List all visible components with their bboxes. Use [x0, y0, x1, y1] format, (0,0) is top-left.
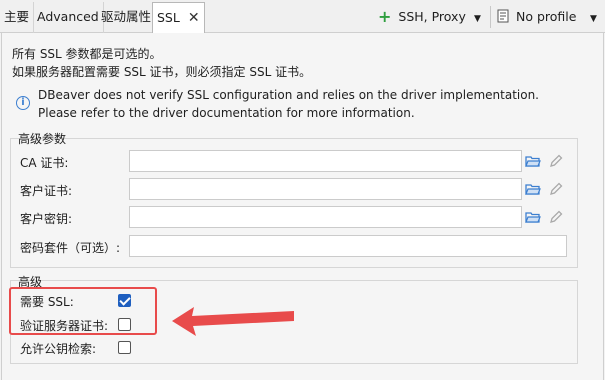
profile-button[interactable]: No profile	[496, 6, 576, 28]
ssh-dropdown-button[interactable]: ▼	[474, 6, 481, 28]
ca-cert-field[interactable]	[129, 150, 522, 172]
editor-tab-bar: 主要 Advanced 驱动属性 SSL ✕ + SSH, Proxy ▼ No …	[0, 0, 605, 34]
chevron-down-icon: ▼	[474, 14, 481, 24]
ca-cert-label: CA 证书:	[20, 156, 69, 170]
client-key-label: 客户密钥:	[20, 212, 73, 226]
tab-advanced[interactable]: Advanced	[33, 2, 104, 33]
ssh-proxy-button[interactable]: + SSH, Proxy	[378, 6, 466, 28]
cipher-suites-label: 密码套件（可选）:	[20, 241, 121, 255]
profile-icon	[497, 9, 509, 23]
client-cert-label: 客户证书:	[20, 184, 73, 198]
close-icon[interactable]: ✕	[188, 4, 200, 33]
tab-ssl[interactable]: SSL ✕	[152, 2, 205, 34]
edit-icon[interactable]	[548, 181, 564, 197]
info-icon: i	[16, 96, 30, 110]
notice-line-2: Please refer to the driver documentation…	[38, 106, 415, 120]
client-key-field[interactable]	[129, 206, 522, 228]
profile-dropdown-button[interactable]: ▼	[590, 6, 597, 28]
highlight-box	[9, 287, 157, 335]
allow-pubkey-retrieval-label: 允许公钥检索:	[20, 342, 97, 356]
add-icon: +	[378, 7, 392, 26]
advanced-params-title: 高级参数	[18, 132, 67, 146]
allow-pubkey-retrieval-checkbox[interactable]	[118, 341, 131, 354]
edit-icon[interactable]	[548, 209, 564, 225]
folder-icon[interactable]	[525, 153, 541, 169]
tab-main[interactable]: 主要	[0, 2, 35, 33]
edit-icon[interactable]	[548, 153, 564, 169]
tab-driver-properties-label: 驱动属性	[101, 9, 152, 24]
toolbar-separator	[490, 6, 491, 28]
ssh-proxy-label: SSH, Proxy	[398, 9, 466, 24]
cipher-suites-field[interactable]	[129, 235, 567, 257]
arrow-icon	[172, 307, 294, 336]
folder-icon[interactable]	[525, 209, 541, 225]
ssl-settings-panel: 所有 SSL 参数都是可选的。 如果服务器配置需要 SSL 证书，则必须指定 S…	[1, 33, 604, 380]
client-cert-field[interactable]	[129, 178, 522, 200]
tab-main-label: 主要	[4, 9, 30, 24]
tab-ssl-label: SSL	[157, 10, 180, 25]
tab-driver-properties[interactable]: 驱动属性	[97, 2, 157, 33]
tab-advanced-label: Advanced	[37, 9, 99, 24]
intro-line-1: 所有 SSL 参数都是可选的。	[12, 47, 162, 61]
chevron-down-icon: ▼	[590, 14, 597, 24]
intro-line-2: 如果服务器配置需要 SSL 证书，则必须指定 SSL 证书。	[12, 65, 312, 79]
folder-icon[interactable]	[525, 181, 541, 197]
profile-label: No profile	[515, 9, 577, 24]
notice-line-1: DBeaver does not verify SSL configuratio…	[38, 88, 539, 102]
